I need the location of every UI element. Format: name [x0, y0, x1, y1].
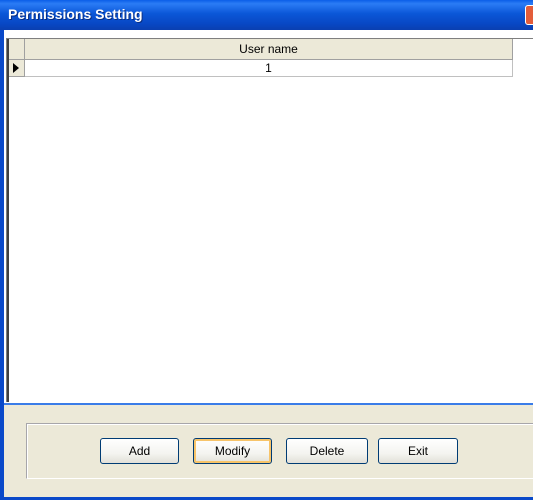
users-grid[interactable]: User name 1 [6, 38, 533, 402]
delete-button[interactable]: Delete [286, 438, 368, 464]
grid-left-edge [7, 39, 9, 402]
row-selector[interactable] [9, 60, 25, 77]
table-row[interactable]: 1 [25, 60, 513, 77]
column-header-user-name[interactable]: User name [25, 39, 513, 60]
current-row-arrow-icon [13, 63, 19, 73]
title-bar[interactable]: Permissions Setting [0, 0, 533, 30]
modify-button[interactable]: Modify [193, 438, 272, 464]
window-title: Permissions Setting [8, 6, 143, 22]
add-button[interactable]: Add [100, 438, 179, 464]
grid-header-corner [9, 39, 25, 60]
button-panel: Add Modify Delete Exit [4, 405, 533, 497]
close-icon[interactable] [525, 5, 533, 25]
exit-button[interactable]: Exit [378, 438, 458, 464]
